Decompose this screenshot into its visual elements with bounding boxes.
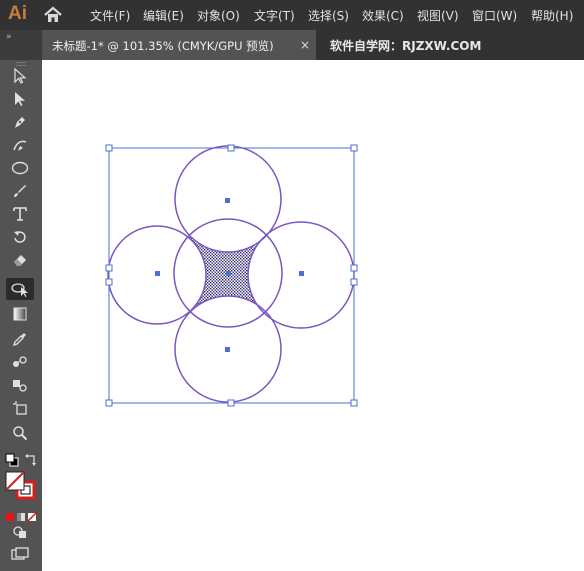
color-mode-icons[interactable] — [5, 507, 37, 522]
menu-bar: Ai 文件(F) 编辑(E) 对象(O) 文字(T) 选择(S) 效果(C) 视… — [0, 0, 584, 30]
center-point — [155, 271, 160, 276]
close-tab-icon[interactable]: × — [300, 38, 310, 52]
document-tab-title: 未标题-1* @ 101.35% (CMYK/GPU 预览) — [52, 39, 274, 53]
screen-mode-icon[interactable] — [11, 546, 29, 560]
eyedropper-tool-icon[interactable] — [6, 328, 34, 350]
tools-panel — [0, 60, 42, 571]
toolbar-header: » — [0, 30, 42, 60]
type-tool-icon[interactable] — [6, 203, 34, 225]
home-icon[interactable] — [42, 5, 64, 29]
default-fill-stroke-icon[interactable] — [5, 452, 19, 467]
watermark-text: 软件自学网：RJZXW.COM — [330, 39, 482, 53]
menu-select[interactable]: 选择(S) — [308, 7, 349, 24]
gradient-tool-icon[interactable] — [6, 303, 34, 325]
center-point — [226, 271, 231, 276]
selection-tool-icon[interactable] — [6, 65, 34, 87]
center-point — [299, 271, 304, 276]
menu-type[interactable]: 文字(T) — [254, 7, 295, 24]
menu-edit[interactable]: 编辑(E) — [143, 7, 184, 24]
app-logo: Ai — [8, 3, 27, 24]
menu-effect[interactable]: 效果(C) — [362, 7, 404, 24]
menu-view[interactable]: 视图(V) — [417, 7, 459, 24]
ellipse-tool-icon[interactable] — [6, 157, 34, 179]
zoom-tool-icon[interactable] — [6, 422, 34, 444]
lasso-shape-builder-tool-icon[interactable] — [6, 278, 34, 300]
eraser-tool-icon[interactable] — [6, 249, 34, 271]
menu-window[interactable]: 窗口(W) — [472, 7, 517, 24]
fill-stroke-swatch[interactable] — [5, 471, 37, 501]
artwork[interactable] — [42, 60, 584, 571]
swap-fill-stroke-icon[interactable] — [24, 452, 38, 466]
menu-object[interactable]: 对象(O) — [197, 7, 240, 24]
curvature-tool-icon[interactable] — [6, 134, 34, 156]
artboard-tool-icon[interactable] — [6, 397, 34, 419]
drawing-mode-icon[interactable] — [12, 524, 28, 538]
document-tab-bar: » 未标题-1* @ 101.35% (CMYK/GPU 预览) × 软件自学网… — [0, 30, 584, 60]
pen-tool-icon[interactable] — [6, 111, 34, 133]
artboard-canvas[interactable] — [42, 60, 584, 571]
symbol-sprayer-tool-icon[interactable] — [6, 374, 34, 396]
center-point — [225, 198, 230, 203]
menu-file[interactable]: 文件(F) — [90, 7, 130, 24]
rotate-tool-icon[interactable] — [6, 226, 34, 248]
paintbrush-tool-icon[interactable] — [6, 180, 34, 202]
direct-selection-tool-icon[interactable] — [6, 88, 34, 110]
blend-tool-icon[interactable] — [6, 351, 34, 373]
document-tab[interactable]: 未标题-1* @ 101.35% (CMYK/GPU 预览) × — [42, 30, 316, 60]
collapse-toolbar-icon[interactable]: » — [6, 32, 11, 42]
menu-help[interactable]: 帮助(H) — [531, 7, 573, 24]
center-point — [225, 347, 230, 352]
